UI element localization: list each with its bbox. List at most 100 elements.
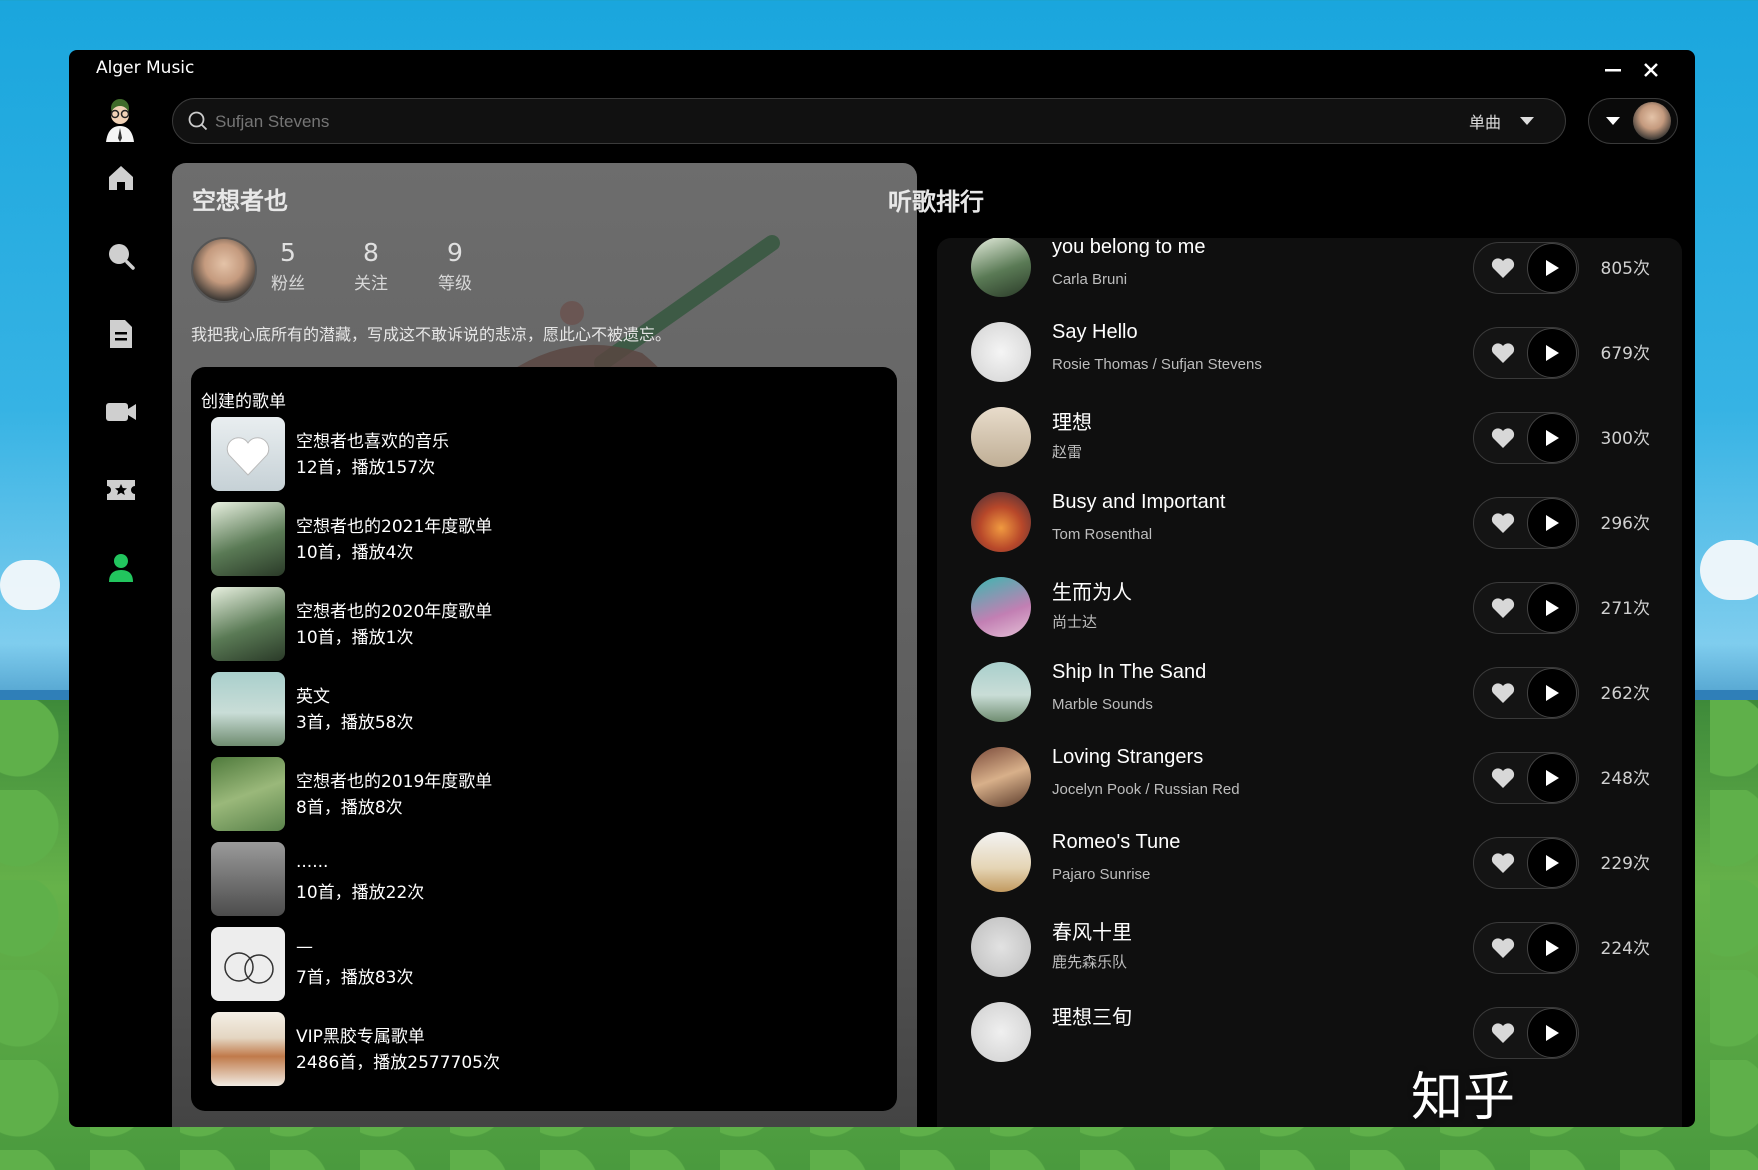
sidebar-item-home[interactable] — [101, 158, 141, 198]
play-button[interactable] — [1527, 923, 1577, 973]
song-play-count: 248次 — [1600, 769, 1650, 789]
song-row[interactable]: Romeo's Tune Pajaro Sunrise 229次 — [937, 815, 1682, 910]
song-row[interactable]: 春风十里 鹿先森乐队 224次 — [937, 900, 1682, 995]
song-title: Romeo's Tune — [1052, 831, 1181, 853]
sidebar-item-playlist[interactable] — [101, 314, 141, 354]
song-title: Busy and Important — [1052, 491, 1226, 513]
background-cloud — [0, 560, 60, 610]
song-cover — [971, 832, 1031, 892]
document-icon — [110, 320, 132, 348]
heart-icon[interactable] — [1490, 681, 1516, 705]
play-button[interactable] — [1527, 583, 1577, 633]
play-icon — [1546, 1025, 1559, 1041]
playlist-cover — [211, 587, 285, 661]
play-icon — [1546, 260, 1559, 276]
created-playlists: 创建的歌单 空想者也喜欢的音乐 12首，播放157次 空想者也的2021年度歌单… — [191, 367, 897, 1111]
app-title: Alger Music — [96, 58, 195, 78]
stat-following[interactable]: 8 关注 — [341, 238, 401, 294]
user-icon — [109, 554, 133, 582]
playlist-cover — [211, 757, 285, 831]
close-button[interactable] — [1637, 56, 1665, 84]
playlist-meta: 2486首，播放2577705次 — [296, 1053, 500, 1073]
playlist-item[interactable]: 空想者也的2019年度歌单 8首，播放8次 — [211, 757, 811, 833]
stat-value: 9 — [447, 238, 463, 267]
stat-value: 8 — [363, 238, 379, 267]
play-icon — [1546, 515, 1559, 531]
heart-icon[interactable] — [1490, 596, 1516, 620]
heart-icon[interactable] — [1490, 766, 1516, 790]
playlist-name: 空想者也的2021年度歌单 — [296, 517, 493, 537]
profile-avatar[interactable] — [191, 237, 257, 303]
song-title: 理想三旬 — [1052, 1007, 1132, 1029]
song-row[interactable]: you belong to me Carla Bruni 805次 — [937, 238, 1682, 315]
playlist-item[interactable]: 空想者也的2021年度歌单 10首，播放4次 — [211, 502, 811, 578]
doodle-icon — [224, 952, 274, 984]
song-row[interactable]: 生而为人 尚士达 271次 — [937, 560, 1682, 655]
playlist-item[interactable]: ...... 10首，播放22次 — [211, 842, 811, 918]
playlist-name: 英文 — [296, 687, 330, 707]
song-play-count: 296次 — [1600, 514, 1650, 534]
heart-icon[interactable] — [1490, 256, 1516, 280]
minimize-button[interactable] — [1599, 56, 1627, 84]
play-button[interactable] — [1527, 413, 1577, 463]
song-artist: 尚士达 — [1052, 614, 1098, 631]
play-button[interactable] — [1527, 243, 1577, 293]
playlist-item[interactable]: 英文 3首，播放58次 — [211, 672, 811, 748]
song-row[interactable]: Ship In The Sand Marble Sounds 262次 — [937, 645, 1682, 740]
playlist-name: 空想者也的2019年度歌单 — [296, 772, 493, 792]
song-row[interactable]: 理想 赵雷 300次 — [937, 390, 1682, 485]
stat-label: 等级 — [438, 274, 472, 294]
sidebar-item-search[interactable] — [101, 236, 141, 276]
sidebar-item-ticket[interactable] — [101, 470, 141, 510]
stat-followers[interactable]: 5 粉丝 — [258, 238, 318, 294]
song-artist: Rosie Thomas / Sufjan Stevens — [1052, 356, 1262, 373]
playlist-cover — [211, 417, 285, 491]
playlist-meta: 12首，播放157次 — [296, 458, 436, 478]
search-icon — [109, 244, 135, 270]
search-bar: 单曲 — [172, 98, 1566, 145]
search-input[interactable] — [213, 99, 1317, 145]
song-row[interactable]: Loving Strangers Jocelyn Pook / Russian … — [937, 730, 1682, 825]
song-row[interactable]: Say Hello Rosie Thomas / Sufjan Stevens … — [937, 305, 1682, 400]
play-button[interactable] — [1527, 753, 1577, 803]
app-logo[interactable] — [100, 98, 140, 144]
play-button[interactable] — [1527, 328, 1577, 378]
play-button[interactable] — [1527, 838, 1577, 888]
playlist-meta: 10首，播放22次 — [296, 883, 425, 903]
sidebar-item-video[interactable] — [101, 392, 141, 432]
close-icon — [1644, 63, 1658, 77]
song-play-count: 679次 — [1600, 344, 1650, 364]
playlist-item[interactable]: 空想者也的2020年度歌单 10首，播放1次 — [211, 587, 811, 663]
playlist-meta: 10首，播放1次 — [296, 628, 414, 648]
search-type-select[interactable]: 单曲 — [1469, 99, 1535, 143]
song-row[interactable]: Busy and Important Tom Rosenthal 296次 — [937, 475, 1682, 570]
playlist-item[interactable]: — 7首，播放83次 — [211, 927, 811, 1003]
heart-icon[interactable] — [1490, 936, 1516, 960]
user-menu-button[interactable] — [1588, 98, 1678, 144]
play-button[interactable] — [1527, 668, 1577, 718]
play-button[interactable] — [1527, 1008, 1577, 1058]
sidebar-item-user[interactable] — [101, 548, 141, 588]
playlist-item[interactable]: VIP黑胶专属歌单 2486首，播放2577705次 — [211, 1012, 811, 1088]
heart-icon[interactable] — [1490, 851, 1516, 875]
search-type-label: 单曲 — [1468, 113, 1501, 132]
playlist-item[interactable]: 空想者也喜欢的音乐 12首，播放157次 — [211, 417, 811, 493]
play-icon — [1546, 940, 1559, 956]
playlist-name: ...... — [296, 852, 329, 872]
song-actions — [1473, 412, 1579, 464]
play-button[interactable] — [1527, 498, 1577, 548]
heart-icon[interactable] — [1490, 1021, 1516, 1045]
heart-icon[interactable] — [1490, 341, 1516, 365]
background-cloud — [1700, 540, 1758, 600]
song-cover — [971, 492, 1031, 552]
heart-icon[interactable] — [1490, 511, 1516, 535]
app-window: Alger Music Sufjan Stevens 单曲 空想者也 5 粉丝 … — [69, 50, 1695, 1127]
song-cover — [971, 407, 1031, 467]
song-play-count: 224次 — [1600, 939, 1650, 959]
song-artist: Pajaro Sunrise — [1052, 866, 1151, 883]
heart-icon[interactable] — [1490, 426, 1516, 450]
title-bar[interactable]: Alger Music — [69, 50, 1695, 90]
song-artist: 赵雷 — [1052, 444, 1083, 461]
song-artist: Carla Bruni — [1052, 271, 1128, 288]
heart-icon — [226, 437, 270, 476]
